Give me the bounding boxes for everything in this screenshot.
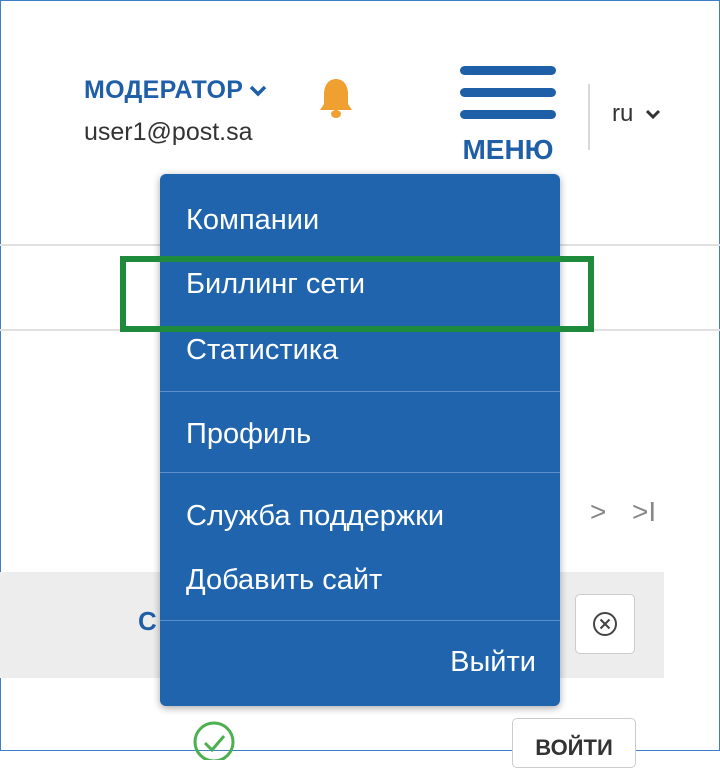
menu-item-companies[interactable]: Компании [186, 204, 319, 237]
menu-separator [160, 472, 560, 473]
menu-separator [160, 620, 560, 621]
menu-item-support[interactable]: Служба поддержки [186, 500, 444, 533]
check-circle-icon [193, 721, 235, 760]
logout-button[interactable]: Выйти [450, 646, 536, 679]
menu-separator [160, 391, 560, 392]
login-button[interactable]: ВОЙТИ [512, 718, 636, 768]
menu-item-statistics[interactable]: Статистика [186, 334, 338, 367]
menu-label: МЕНЮ [462, 134, 554, 165]
header-divider [588, 84, 590, 150]
menu-button[interactable]: МЕНЮ [452, 62, 564, 172]
pager-last-button[interactable]: >I [632, 496, 656, 528]
user-email: user1@post.sa [84, 118, 253, 146]
language-selector[interactable]: ru [612, 100, 661, 128]
table-column-header: С [138, 606, 157, 636]
bell-icon[interactable] [318, 76, 354, 120]
chevron-down-icon [249, 85, 267, 96]
chevron-down-icon [646, 109, 661, 119]
highlight-box [120, 256, 594, 332]
main-menu-dropdown: Компании Биллинг сети Статистика Профиль… [160, 174, 560, 706]
menu-item-profile[interactable]: Профиль [186, 418, 311, 451]
clear-filter-button[interactable] [575, 594, 635, 654]
role-label: МОДЕРАТОР [84, 76, 244, 104]
clear-circle-icon [593, 612, 617, 636]
role-selector[interactable]: МОДЕРАТОР [84, 76, 267, 105]
pager-next-button[interactable]: > [590, 496, 606, 528]
menu-item-add-site[interactable]: Добавить сайт [186, 564, 382, 597]
language-label: ru [612, 100, 634, 127]
